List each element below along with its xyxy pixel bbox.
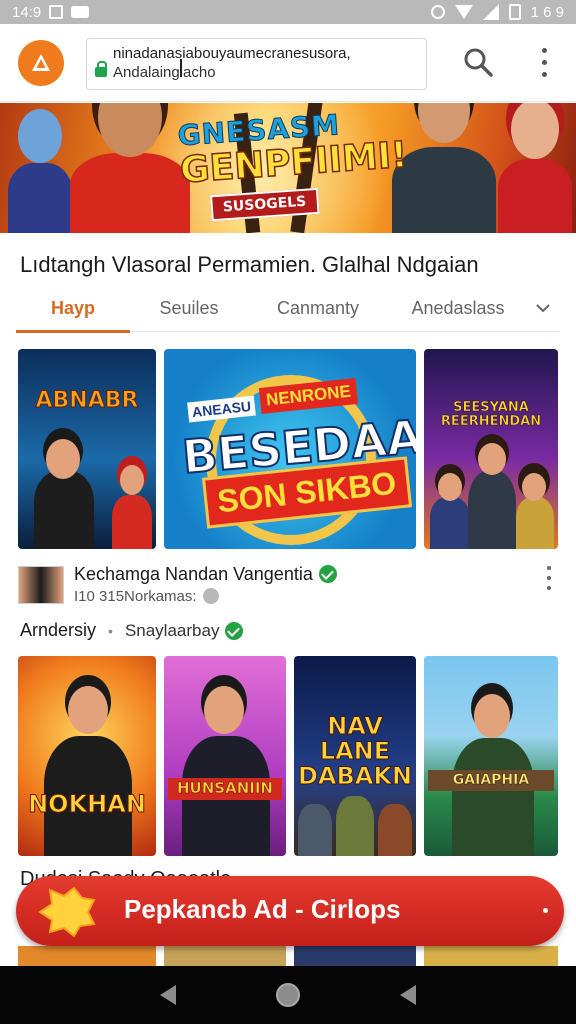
video-thumbnail[interactable]: SEESYANA REERHENDAN (424, 349, 558, 549)
wifi-icon (454, 5, 473, 19)
banner-title: GNESASM GENPFIIMI! SUSOGELS (176, 103, 424, 223)
verified-check-icon (318, 565, 337, 583)
thumbnail-caption: NOKHAN (28, 790, 147, 818)
ad-label: Pepkancb Ad - Cirlops (124, 894, 401, 924)
chevron-down-icon[interactable] (528, 284, 558, 332)
partial-thumbnails-row (0, 946, 576, 966)
tab-community[interactable]: Canmanty (248, 284, 388, 332)
tab-more[interactable]: Anedaslass (388, 284, 528, 332)
section-name: Arndersiy (20, 620, 97, 640)
video-thumbnail[interactable]: NAV LANE DABAKN (294, 656, 416, 856)
ad-close-dot[interactable] (543, 908, 548, 913)
channel-banner: GNESASM GENPFIIMI! SUSOGELS (0, 103, 576, 233)
more-options-icon[interactable] (544, 566, 554, 590)
video-thumbnail[interactable]: ANEASU NENRONE BESEDAAI SON SIKBO (164, 349, 416, 549)
video-thumbnail[interactable]: HUNSANIIN (164, 656, 286, 856)
section-sub: Snaylaarbay (124, 620, 220, 640)
avatar[interactable] (18, 566, 64, 604)
video-title: Kechamga Nandan Vangentia (74, 564, 337, 585)
address-bar[interactable]: ninadanasiabouyaumecranesusora, Andalain… (86, 38, 427, 90)
thumbnail-caption: SEESYANA REERHENDAN (440, 400, 542, 429)
video-thumbnail[interactable]: GAIAPHIA (424, 656, 558, 856)
tab-label: Anedaslass (411, 297, 505, 318)
video-title-text: Kechamga Nandan Vangentia (74, 564, 313, 584)
status-time: 14:9 (12, 3, 42, 21)
url-subtext: Andalaingiacho (113, 64, 216, 81)
tab-label: Seuiles (159, 297, 219, 318)
status-right-text: 1 6 9 (530, 3, 564, 21)
banner-character (498, 103, 572, 233)
notification-square-icon (49, 5, 64, 19)
app-logo-icon[interactable] (18, 40, 64, 86)
ad-logo-icon (36, 884, 100, 938)
video-thumbnail[interactable]: ABNABR (18, 349, 156, 549)
url-text: ninadanasiabouyaumecranesusora, (113, 45, 351, 62)
banner-character (8, 109, 72, 233)
recents-back-icon[interactable] (400, 985, 416, 1005)
channel-title: Lıdtangh Vlasoral Permamien. Glalhal Ndg… (20, 252, 479, 277)
tab-home[interactable]: Hayp (16, 284, 130, 333)
section-header[interactable]: Arndersiy • Snaylaarbay (20, 620, 244, 641)
banner-character (70, 103, 190, 233)
video-subtitle-text: I10 315Norkamas: (74, 588, 197, 605)
alarm-icon (430, 5, 445, 19)
verified-check-icon (225, 621, 244, 640)
notification-pill-icon (71, 6, 90, 18)
signal-icon (482, 4, 499, 20)
thumbnail-caption: ABNABR (35, 388, 139, 413)
video-thumbnail[interactable]: NOKHAN (18, 656, 156, 856)
thumbnail-caption: GAIAPHIA (428, 770, 554, 791)
back-icon[interactable] (160, 985, 176, 1005)
share-icon (202, 588, 219, 604)
video-subtitle: I10 315Norkamas: (74, 588, 219, 605)
home-icon[interactable] (276, 983, 300, 1007)
ad-banner[interactable]: Pepkancb Ad - Cirlops (16, 876, 564, 946)
browser-toolbar: ninadanasiabouyaumecranesusora, Andalain… (0, 24, 576, 102)
tab-series[interactable]: Seuiles (130, 284, 248, 332)
system-nav-bar (0, 966, 576, 1024)
channel-tabs: Hayp Seuiles Canmanty Anedaslass (16, 284, 560, 333)
separator-dot: • (108, 622, 113, 639)
search-icon[interactable] (462, 46, 494, 78)
battery-icon (508, 4, 521, 20)
tab-label: Canmanty (276, 297, 360, 318)
tab-label: Hayp (50, 297, 95, 318)
status-bar: 14:9 1 6 9 (0, 0, 576, 24)
video-meta[interactable]: Kechamga Nandan Vangentia I10 315Norkama… (18, 562, 558, 610)
thumbnail-caption: HUNSANIIN (168, 778, 282, 800)
text-cursor (180, 59, 182, 77)
overflow-menu-icon[interactable] (530, 44, 558, 80)
lock-icon (95, 61, 107, 77)
